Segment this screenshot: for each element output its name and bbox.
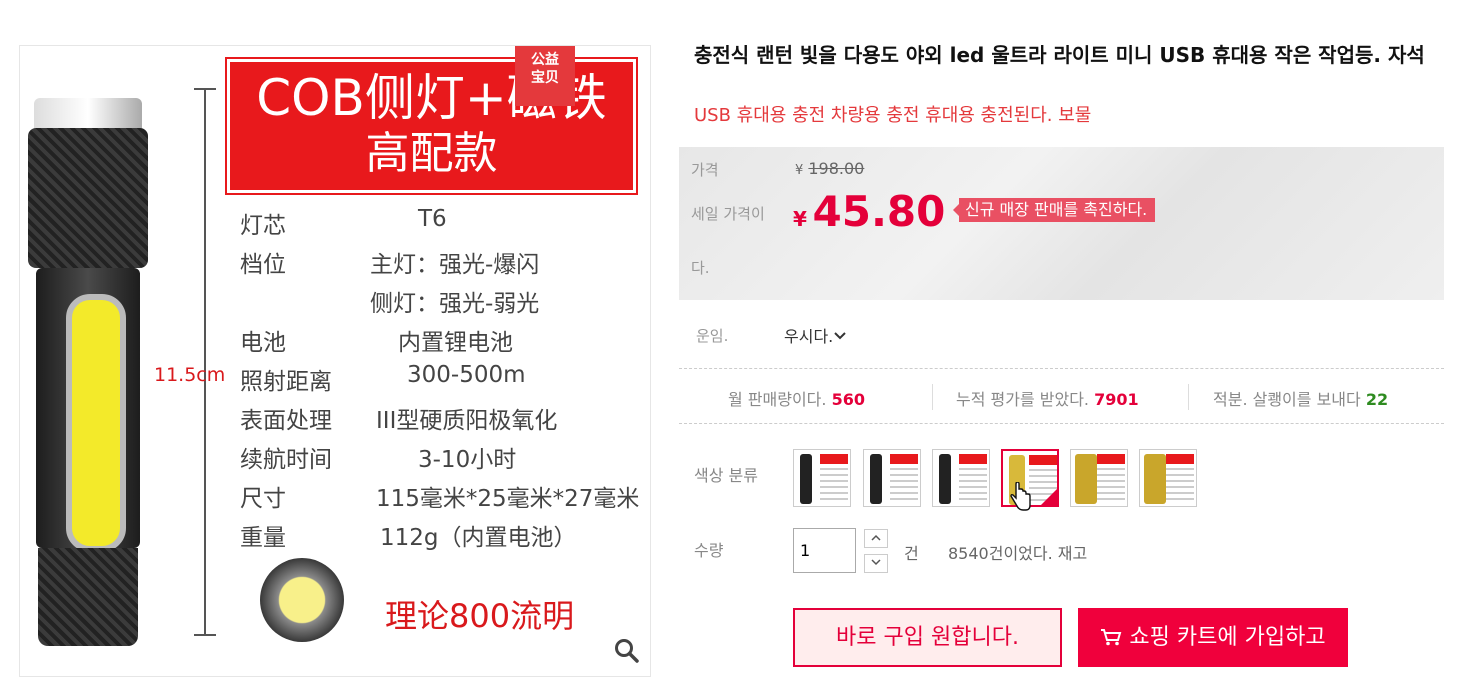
add-to-cart-button[interactable]: 쇼핑 카트에 가입하고	[1078, 608, 1348, 667]
spec-key: 续航时间	[240, 447, 332, 473]
flashlight-illustration	[26, 98, 150, 646]
hand-cursor-icon	[1010, 481, 1032, 519]
quantity-decrease-button[interactable]	[864, 554, 888, 573]
spec-value: 112g（内置电池）	[380, 525, 577, 551]
spec-key: 表面处理	[240, 408, 332, 434]
color-option[interactable]	[863, 449, 921, 507]
original-price-value: 198.00	[808, 159, 865, 178]
chevron-down-icon	[833, 327, 847, 346]
cart-icon	[1100, 625, 1122, 650]
product-title: 충전식 랜턴 빛을 다용도 야외 led 울트라 라이트 미니 USB 휴대용 …	[694, 43, 1425, 67]
spec-key: 照射距离	[240, 369, 332, 395]
buy-now-button[interactable]: 바로 구입 원합니다.	[793, 608, 1062, 667]
add-to-cart-label: 쇼핑 카트에 가입하고	[1129, 625, 1326, 650]
monthly-sales-value: 560	[831, 390, 865, 409]
sale-price-value: 45.80	[812, 187, 946, 236]
length-ruler	[194, 88, 216, 636]
review-count[interactable]: 누적 평가를 받았다. 7901	[956, 386, 1139, 410]
spec-value: 115毫米*25毫米*27毫米	[376, 486, 640, 512]
spec-value: 300-500m	[407, 362, 526, 388]
divider	[679, 368, 1444, 369]
color-option[interactable]	[932, 449, 990, 507]
points: 적분. 살쾡이를 보내다 22	[1213, 386, 1388, 410]
color-option[interactable]	[1139, 449, 1197, 507]
points-value: 22	[1365, 390, 1389, 409]
currency-symbol: ¥	[793, 207, 807, 231]
spec-value: 主灯：强光-爆闪	[370, 252, 540, 278]
color-option[interactable]	[793, 449, 851, 507]
spec-value: 3-10小时	[418, 447, 517, 473]
badge-line-2: 宝贝	[531, 70, 559, 86]
spec-key: 尺寸	[240, 486, 286, 512]
promo-tag: 신규 매장 판매를 촉진하다.	[952, 198, 1156, 222]
spec-key: 电池	[240, 330, 286, 356]
stats-bar: 월 판매량이다. 560 누적 평가를 받았다. 7901 적분. 살쾡이를 보…	[679, 370, 1444, 422]
shipping-location-dropdown[interactable]: 우시다.	[784, 323, 847, 347]
check-icon	[1041, 489, 1057, 505]
currency-symbol: ¥	[795, 163, 804, 178]
points-label: 적분. 살쾡이를 보내다	[1213, 390, 1361, 409]
color-option[interactable]	[1070, 449, 1128, 507]
shipping-label: 운임.	[696, 327, 729, 345]
charity-badge: 公益 宝贝	[515, 46, 575, 106]
monthly-sales: 월 판매량이다. 560	[728, 386, 865, 410]
quantity-unit: 건	[904, 544, 919, 563]
sale-price-label: 세일 가격이	[691, 205, 765, 223]
quantity-input[interactable]	[793, 528, 856, 573]
spec-value: III型硬质阳极氧化	[376, 408, 558, 434]
product-main-image[interactable]: 11.5cm COB侧灯+磁铁 高配款 公益 宝贝 灯芯 T6 档位 主灯：强光…	[19, 45, 651, 677]
divider	[679, 423, 1444, 424]
color-option-label: 색상 분류	[694, 466, 758, 485]
lumen-label: 理论800流明	[385, 597, 575, 635]
divider	[932, 384, 933, 410]
price-panel: 가격 ¥ 198.00 세일 가격이 다. ¥ 45.80 신규 매장 판매를 …	[679, 147, 1444, 300]
length-label: 11.5cm	[154, 364, 226, 386]
monthly-sales-label: 월 판매량이다.	[728, 390, 827, 409]
magnifier-icon[interactable]	[614, 638, 640, 670]
quantity-increase-button[interactable]	[864, 529, 888, 548]
sale-price-label-cont: 다.	[691, 259, 710, 277]
product-subtitle: USB 휴대용 충전 차량용 충전 휴대용 충전된다. 보물	[694, 105, 1092, 126]
spec-value: 内置锂电池	[398, 330, 513, 356]
stock-count: 8540건이었다. 재고	[948, 544, 1088, 563]
led-chip-image	[260, 558, 344, 642]
spec-key: 灯芯	[240, 213, 286, 239]
spec-value: 侧灯：强光-弱光	[370, 291, 540, 317]
original-price: ¥ 198.00	[795, 159, 864, 178]
review-count-value: 7901	[1094, 390, 1139, 409]
spec-key: 重量	[240, 525, 286, 551]
quantity-label: 수량	[694, 541, 724, 560]
spec-key: 档位	[240, 252, 286, 278]
badge-line-1: 公益	[531, 52, 559, 68]
shipping-value: 우시다.	[784, 327, 834, 346]
review-count-label: 누적 평가를 받았다.	[956, 390, 1090, 409]
banner-line-2: 高配款	[365, 128, 498, 179]
spec-value: T6	[418, 206, 447, 232]
sale-price: ¥ 45.80	[793, 187, 945, 236]
divider	[1188, 384, 1189, 410]
original-price-label: 가격	[691, 161, 719, 179]
